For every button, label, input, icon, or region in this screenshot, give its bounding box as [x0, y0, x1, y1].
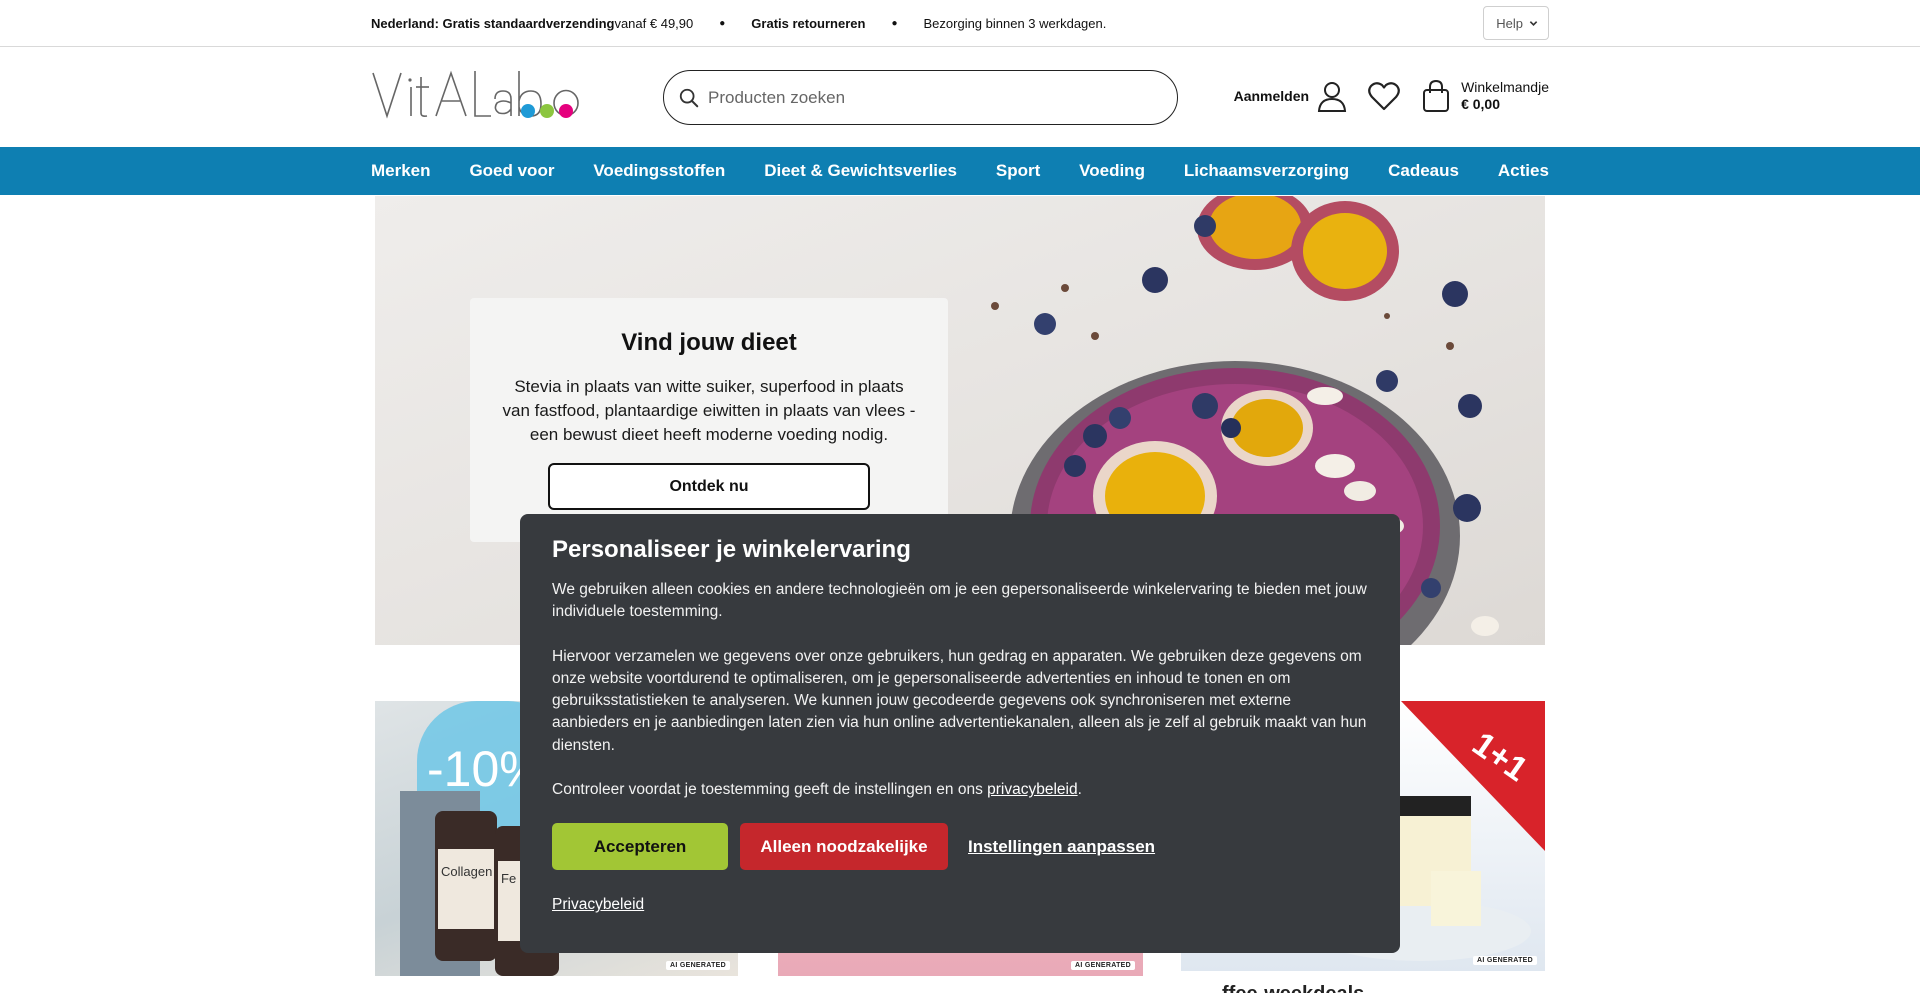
usp-separator: ● — [719, 17, 726, 29]
nav-item-acties[interactable]: Acties — [1498, 161, 1549, 181]
user-icon — [1317, 82, 1347, 112]
nav-item-cadeaus[interactable]: Cadeaus — [1388, 161, 1459, 181]
cookie-text-details: Hiervoor verzamelen we gegevens over onz… — [552, 647, 1367, 754]
hero-text: Stevia in plaats van witte suiker, super… — [502, 377, 916, 444]
cart-label: Winkelmandje — [1461, 79, 1549, 95]
shopping-bag-icon — [1423, 79, 1450, 112]
discover-button[interactable]: Ontdek nu — [548, 463, 870, 510]
heart-icon[interactable] — [1367, 80, 1401, 112]
main-navigation: Merken Goed voor Voedingsstoffen Dieet &… — [0, 147, 1920, 195]
adjust-settings-link[interactable]: Instellingen aanpassen — [968, 837, 1155, 857]
search-input[interactable] — [708, 87, 1148, 108]
cart-total: € 0,00 — [1461, 96, 1500, 112]
vitalabo-logo[interactable] — [371, 69, 593, 125]
usp-returns: Gratis retourneren — [751, 16, 865, 31]
nav-item-dieet[interactable]: Dieet & Gewichtsverlies — [764, 161, 957, 181]
login-link[interactable]: Aanmelden — [1234, 80, 1347, 112]
nav-item-merken[interactable]: Merken — [371, 161, 431, 181]
login-label: Aanmelden — [1233, 88, 1310, 104]
usp-shipping: Nederland: Gratis standaardverzending va… — [371, 16, 693, 31]
hero-card: Vind jouw dieet Stevia in plaats van wit… — [470, 298, 948, 542]
cookie-consent-dialog: Personaliseer je winkelervaring We gebru… — [520, 514, 1400, 953]
usp-shipping-bold: Nederland: Gratis standaardverzending — [371, 15, 615, 31]
nav-item-lichaamsverzorging[interactable]: Lichaamsverzorging — [1184, 161, 1349, 181]
accept-button[interactable]: Accepteren — [552, 823, 728, 871]
search-icon — [679, 88, 699, 107]
cookie-text-check: Controleer voordat je toestemming geeft … — [552, 779, 1368, 801]
nav-item-voeding[interactable]: Voeding — [1079, 161, 1145, 181]
privacy-policy-link[interactable]: Privacybeleid — [552, 896, 644, 914]
ai-generated-badge: AI GENERATED — [666, 961, 730, 970]
site-header: Aanmelden Winkelmandje € 0,00 — [0, 47, 1920, 147]
cookie-text-intro: We gebruiken alleen cookies en andere te… — [552, 581, 1367, 621]
help-dropdown[interactable]: Help — [1483, 6, 1549, 40]
cookie-title: Personaliseer je winkelervaring — [552, 536, 911, 563]
usp-delivery: Bezorging binnen 3 werkdagen. — [923, 15, 1107, 31]
ai-generated-badge: AI GENERATED — [1473, 956, 1537, 965]
cookie-check-after: . — [1077, 781, 1082, 799]
cookie-check-before: Controleer voordat je toestemming geeft … — [552, 781, 988, 799]
usp-shipping-rest: vanaf € 49,90 — [614, 15, 694, 31]
nav-item-goed-voor[interactable]: Goed voor — [469, 161, 554, 181]
nav-item-voedingsstoffen[interactable]: Voedingsstoffen — [593, 161, 725, 181]
hero-title: Vind jouw dieet — [621, 329, 797, 356]
chevron-down-icon — [1529, 20, 1538, 26]
usp-returns-label: Gratis retourneren — [751, 15, 866, 31]
help-label: Help — [1496, 15, 1523, 31]
cart-button[interactable]: Winkelmandje € 0,00 — [1421, 79, 1549, 113]
necessary-only-button[interactable]: Alleen noodzakelijke — [740, 823, 948, 871]
nav-item-sport[interactable]: Sport — [996, 161, 1040, 181]
ai-generated-badge: AI GENERATED — [1071, 961, 1135, 970]
tile3-title[interactable]: ffee-weekdeals — [1222, 983, 1364, 993]
usp-separator: ● — [891, 17, 898, 29]
privacy-policy-inline-link[interactable]: privacybeleid — [987, 781, 1077, 798]
search-bar[interactable] — [663, 70, 1178, 125]
top-info-bar: Nederland: Gratis standaardverzending va… — [0, 0, 1920, 47]
